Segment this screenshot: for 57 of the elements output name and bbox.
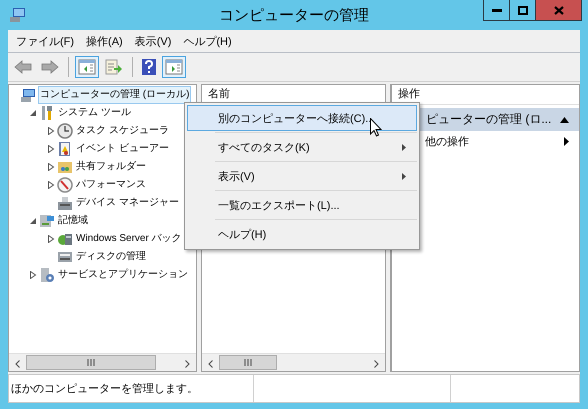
expand-arrow-icon[interactable] — [47, 163, 55, 171]
scroll-right-icon[interactable] — [374, 360, 379, 368]
computer-icon — [10, 7, 26, 23]
pane-toggle-icon[interactable] — [75, 56, 99, 78]
services-icon — [39, 267, 55, 283]
menu-item[interactable]: ファイル(F) — [10, 34, 80, 48]
grip-icon[interactable] — [244, 359, 252, 366]
clock-icon — [57, 123, 73, 139]
log-icon — [57, 141, 73, 157]
window-title: コンピューターの管理 — [219, 6, 369, 24]
collapse-arrow-icon[interactable] — [560, 116, 569, 122]
menu-item[interactable]: ヘルプ(H) — [177, 34, 238, 48]
horizontal-scrollbar[interactable] — [202, 353, 385, 371]
grip-icon[interactable] — [86, 359, 96, 366]
computer-icon — [21, 87, 37, 103]
expand-arrow-icon[interactable] — [47, 181, 55, 189]
context-menu-item[interactable]: 一覧のエクスポート(L)... — [187, 192, 417, 218]
backup-icon — [57, 231, 73, 247]
collapse-arrow-icon[interactable] — [29, 109, 37, 117]
context-menu-item[interactable]: ヘルプ(H) — [187, 221, 417, 247]
pane-toggle-icon[interactable] — [162, 56, 186, 78]
collapse-arrow-icon[interactable] — [29, 217, 37, 225]
tree-item[interactable]: タスク スケジューラ — [74, 122, 171, 140]
minimize-button[interactable] — [483, 0, 510, 21]
storage-icon — [39, 213, 55, 229]
context-menu-item[interactable]: 別のコンピューターへ接続(C)... — [187, 105, 417, 131]
expand-arrow-icon[interactable] — [29, 271, 37, 279]
tree-item[interactable]: 共有フォルダー — [74, 158, 148, 176]
tree-item[interactable]: システム ツール — [56, 104, 133, 122]
scroll-right-icon[interactable] — [185, 360, 190, 368]
tree-item[interactable]: イベント ビューアー — [74, 140, 171, 158]
tree-item[interactable]: パフォーマンス — [74, 176, 148, 194]
tree-item[interactable]: サービスとアプリケーション — [56, 266, 190, 284]
expand-arrow-icon[interactable] — [47, 145, 55, 153]
menu-item[interactable]: 表示(V) — [128, 34, 178, 48]
tree-item[interactable]: デバイス マネージャー — [74, 194, 181, 212]
maximize-icon — [518, 6, 528, 14]
minimize-icon — [492, 8, 502, 12]
status-text: ほかのコンピューターを管理します。 — [9, 375, 254, 402]
expand-arrow-icon[interactable] — [47, 127, 55, 135]
horizontal-scrollbar[interactable] — [9, 353, 196, 371]
tree-item[interactable]: Windows Server バック — [74, 230, 184, 248]
close-button[interactable] — [535, 0, 582, 21]
gauge-icon — [57, 177, 73, 193]
scroll-left-icon[interactable] — [15, 360, 20, 368]
close-icon — [554, 6, 564, 14]
scroll-left-icon[interactable] — [208, 360, 213, 368]
folder-icon — [57, 159, 73, 175]
context-menu-item[interactable]: 表示(V) — [187, 163, 417, 189]
device-icon — [57, 195, 73, 211]
tree-item[interactable]: コンピューターの管理 (ローカル) — [38, 86, 192, 104]
menu-item[interactable]: 操作(A) — [80, 34, 129, 48]
tree-item[interactable]: 記憶域 — [56, 212, 90, 230]
help-icon[interactable] — [139, 56, 159, 78]
tools-icon — [39, 105, 55, 121]
tree-item[interactable]: ディスクの管理 — [74, 248, 148, 266]
expand-arrow-icon[interactable] — [47, 235, 55, 243]
